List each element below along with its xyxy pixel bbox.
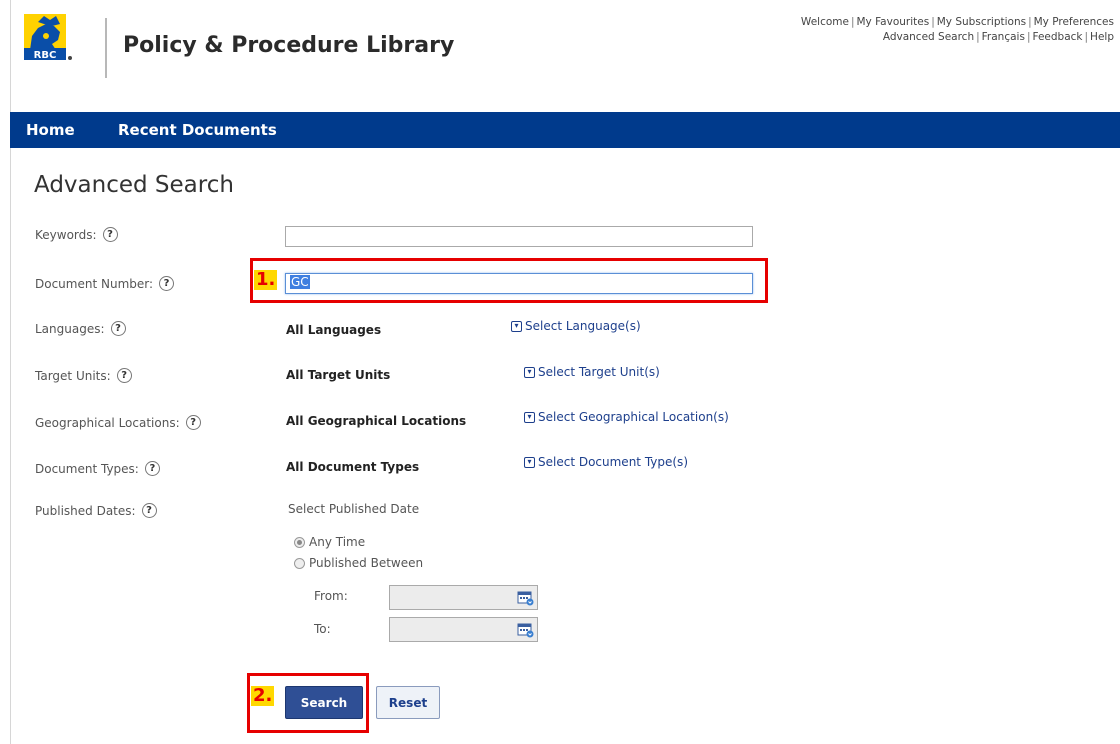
checkbox-dropdown-icon: ▾ — [524, 366, 535, 378]
languages-value: All Languages — [286, 323, 382, 337]
help-icon[interactable]: ? — [102, 227, 118, 242]
logo-text: RBC — [34, 50, 57, 61]
radio-icon[interactable] — [294, 557, 305, 569]
checkbox-dropdown-icon: ▾ — [524, 456, 535, 468]
radio-published-between[interactable]: Published Between — [294, 556, 423, 570]
my-preferences-link[interactable]: My Preferences — [1034, 16, 1114, 28]
my-subscriptions-link[interactable]: My Subscriptions — [937, 16, 1026, 28]
to-date-input[interactable] — [389, 617, 538, 642]
link-separator: | — [976, 31, 980, 43]
keywords-label: Keywords: ? — [35, 227, 118, 242]
help-icon[interactable]: ? — [185, 415, 201, 430]
calendar-icon[interactable] — [517, 590, 535, 606]
utility-links-row-1: Welcome | My Favourites | My Subscriptions | M… — [801, 15, 1114, 30]
welcome-link[interactable]: Welcome — [801, 16, 849, 28]
document-types-value: All Document Types — [286, 460, 420, 474]
to-label: To: — [314, 622, 331, 636]
link-separator: | — [850, 16, 855, 28]
languages-label: Languages: ? — [35, 321, 126, 336]
document-types-label-text: Document Types: — [35, 461, 139, 476]
advanced-search-link[interactable]: Advanced Search — [883, 31, 974, 43]
from-label: From: — [314, 589, 348, 603]
keywords-input[interactable] — [285, 226, 753, 247]
target-units-value: All Target Units — [286, 368, 391, 382]
radio-published-between-label: Published Between — [309, 556, 424, 570]
utility-links: Welcome | My Favourites | My Subscriptions | M… — [801, 15, 1114, 45]
published-date-heading: Select Published Date — [288, 502, 420, 516]
reset-button[interactable]: Reset — [376, 686, 440, 719]
link-separator: | — [1084, 31, 1089, 43]
nav-recent-documents[interactable]: Recent Documents — [118, 121, 277, 139]
published-dates-label-text: Published Dates: — [35, 503, 136, 518]
link-separator: | — [931, 16, 935, 28]
select-geo-locations-link[interactable]: ▾ Select Geographical Location(s) — [524, 410, 729, 424]
help-icon[interactable]: ? — [116, 368, 132, 383]
geo-locations-label-text: Geographical Locations: — [35, 415, 180, 430]
checkbox-dropdown-icon: ▾ — [511, 320, 522, 332]
app-title: Policy & Procedure Library — [123, 33, 455, 58]
select-target-units-link[interactable]: ▾ Select Target Unit(s) — [524, 365, 660, 379]
feedback-link[interactable]: Feedback — [1032, 31, 1082, 43]
keywords-label-text: Keywords: — [35, 227, 97, 242]
help-icon[interactable]: ? — [110, 321, 126, 336]
radio-any-time-label: Any Time — [309, 535, 366, 549]
callout-number-1: 1. — [254, 269, 278, 290]
help-icon[interactable]: ? — [144, 461, 160, 476]
nav-bar: Home Recent Documents — [10, 112, 1120, 148]
my-favourites-link[interactable]: My Favourites — [857, 16, 930, 28]
document-number-label: Document Number: ? — [35, 276, 175, 291]
checkbox-dropdown-icon: ▾ — [524, 411, 535, 423]
select-document-types-link[interactable]: ▾ Select Document Type(s) — [524, 455, 688, 469]
published-dates-label: Published Dates: ? — [35, 503, 157, 518]
radio-icon[interactable] — [294, 536, 305, 548]
select-languages-link[interactable]: ▾ Select Language(s) — [511, 319, 641, 333]
rbc-lion-logo-icon[interactable]: RBC — [24, 14, 74, 76]
help-link[interactable]: Help — [1090, 31, 1114, 43]
callout-box-1 — [250, 258, 768, 303]
select-geo-locations-text: Select Geographical Location(s) — [538, 410, 729, 424]
help-icon[interactable]: ? — [141, 503, 157, 518]
select-languages-text: Select Language(s) — [525, 319, 641, 333]
geo-locations-value: All Geographical Locations — [286, 414, 467, 428]
help-icon[interactable]: ? — [159, 276, 175, 291]
target-units-label-text: Target Units: — [35, 368, 111, 383]
link-separator: | — [1028, 16, 1032, 28]
header-divider — [105, 18, 107, 78]
document-types-label: Document Types: ? — [35, 461, 160, 476]
francais-link[interactable]: Français — [982, 31, 1025, 43]
target-units-label: Target Units: ? — [35, 368, 132, 383]
calendar-icon[interactable] — [517, 622, 535, 638]
utility-links-row-2: Advanced Search | Français | Feedback | Help — [801, 30, 1114, 45]
radio-any-time[interactable]: Any Time — [294, 535, 365, 549]
document-number-label-text: Document Number: — [35, 276, 154, 291]
geo-locations-label: Geographical Locations: ? — [35, 415, 201, 430]
callout-number-2: 2. — [251, 685, 275, 706]
select-document-types-text: Select Document Type(s) — [538, 455, 688, 469]
page-title: Advanced Search — [34, 172, 234, 198]
languages-label-text: Languages: — [35, 321, 105, 336]
nav-home[interactable]: Home — [26, 121, 75, 139]
from-date-input[interactable] — [389, 585, 538, 610]
select-target-units-text: Select Target Unit(s) — [538, 365, 660, 379]
